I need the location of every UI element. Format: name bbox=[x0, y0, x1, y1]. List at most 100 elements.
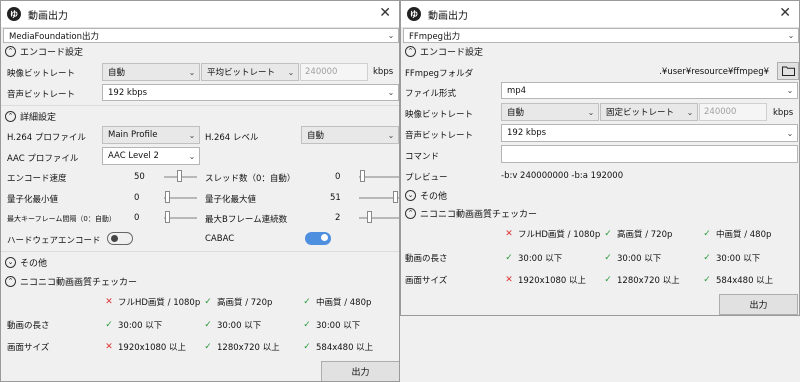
avg-bitrate-input[interactable]: 240000 bbox=[300, 63, 368, 81]
right-title-bar: ゆ 動画出力 ✕ bbox=[401, 1, 799, 28]
command-input[interactable] bbox=[501, 145, 798, 163]
checker-text: 30:00 以下 bbox=[217, 321, 262, 331]
fixed-bitrate-input[interactable]: 240000 bbox=[699, 103, 767, 121]
slider-thumb[interactable] bbox=[367, 211, 372, 223]
kbps-unit: kbps bbox=[773, 108, 794, 118]
audio-bitrate-label: 音声ビットレート bbox=[7, 90, 76, 100]
chevron-down-icon: ⌄ bbox=[786, 86, 794, 95]
h264-profile-select[interactable]: Main Profile ⌄ bbox=[102, 126, 200, 144]
slider-thumb[interactable] bbox=[360, 170, 365, 182]
threads-label: スレッド数（0：自動） bbox=[205, 174, 296, 184]
checker-header[interactable]: ⌃ ニコニコ動画画質チェッカー bbox=[405, 207, 537, 220]
video-bitrate-mode-select[interactable]: 自動 ⌄ bbox=[102, 63, 200, 81]
app-icon: ゆ bbox=[7, 7, 21, 21]
collapse-icon: ⌃ bbox=[5, 46, 16, 57]
checker-text: 30:00 以下 bbox=[617, 254, 662, 264]
avg-bitrate-select[interactable]: 平均ビットレート ⌄ bbox=[201, 63, 299, 81]
profile-value: MediaFoundation出力 bbox=[9, 31, 99, 42]
cross-icon: ✕ bbox=[505, 275, 513, 285]
check-icon: ✓ bbox=[604, 253, 612, 263]
qmax-label: 量子化最大値 bbox=[205, 195, 257, 205]
check-icon: ✓ bbox=[703, 253, 711, 263]
qmax-value: 51 bbox=[330, 193, 341, 203]
duration-label: 動画の長さ bbox=[7, 321, 50, 331]
detail-settings-header[interactable]: ⌃ 詳細設定 bbox=[5, 110, 56, 123]
other-header[interactable]: ⌄ その他 bbox=[405, 189, 447, 202]
checker-header[interactable]: ⌃ ニコニコ動画画質チェッカー bbox=[5, 275, 137, 288]
audio-bitrate-select[interactable]: 192 kbps ⌄ bbox=[102, 84, 399, 101]
video-bitrate-mode-select[interactable]: 自動 ⌄ bbox=[501, 103, 599, 121]
section-title: 詳細設定 bbox=[20, 113, 57, 123]
profile-select[interactable]: FFmpeg出力 ⌄ bbox=[403, 28, 799, 43]
select-value: mp4 bbox=[507, 85, 527, 96]
checker-text: 1280x720 以上 bbox=[217, 343, 280, 353]
check-icon: ✓ bbox=[303, 320, 311, 330]
select-value: 自動 bbox=[108, 68, 126, 78]
section-title: その他 bbox=[20, 259, 48, 269]
encode-settings-header[interactable]: ⌃ エンコード設定 bbox=[405, 45, 483, 58]
cabac-toggle[interactable] bbox=[305, 232, 331, 245]
aac-profile-select[interactable]: AAC Level 2 ⌄ bbox=[102, 147, 200, 165]
hw-encode-toggle[interactable] bbox=[107, 232, 133, 245]
size-medium: ✓ 584x480 以上 bbox=[301, 341, 373, 353]
select-value: 固定ビットレート bbox=[606, 108, 675, 118]
close-icon[interactable]: ✕ bbox=[379, 5, 391, 21]
output-button[interactable]: 出力 bbox=[719, 294, 798, 315]
checker-text: 30:00 以下 bbox=[716, 254, 761, 264]
chevron-down-icon: ⌄ bbox=[188, 130, 196, 140]
size-high: ✓ 1280x720 以上 bbox=[202, 341, 280, 353]
profile-select[interactable]: MediaFoundation出力 ⌄ bbox=[3, 28, 399, 43]
slider-thumb[interactable] bbox=[177, 170, 182, 182]
chevron-down-icon: ⌄ bbox=[786, 128, 794, 138]
chevron-down-icon: ⌄ bbox=[188, 67, 196, 77]
cross-icon: ✕ bbox=[105, 342, 113, 352]
qmin-label: 量子化最小値 bbox=[7, 195, 59, 205]
divider bbox=[1, 251, 399, 252]
encode-settings-header[interactable]: ⌃ エンコード設定 bbox=[5, 45, 83, 58]
chevron-down-icon: ⌄ bbox=[387, 88, 395, 97]
encode-speed-value: 50 bbox=[134, 172, 145, 182]
output-button[interactable]: 出力 bbox=[321, 361, 399, 381]
aac-profile-label: AAC プロファイル bbox=[7, 154, 79, 164]
fixed-bitrate-select[interactable]: 固定ビットレート ⌄ bbox=[600, 103, 698, 121]
slider-thumb[interactable] bbox=[165, 211, 170, 223]
size-medium: ✓ 584x480 以上 bbox=[701, 274, 773, 286]
bframes-label: 最大Bフレーム連続数 bbox=[205, 215, 288, 225]
select-value: 平均ビットレート bbox=[207, 68, 276, 78]
slider-thumb[interactable] bbox=[165, 191, 170, 203]
check-icon: ✓ bbox=[105, 320, 113, 330]
size-label: 画面サイズ bbox=[7, 343, 50, 353]
bframes-slider[interactable] bbox=[359, 217, 399, 219]
quality-fullhd: ✕ フルHD画質 / 1080p bbox=[503, 228, 600, 240]
right-export-window: ゆ 動画出力 ✕ FFmpeg出力 ⌄ ⌃ エンコード設定 FFmpegフォルダ… bbox=[400, 0, 800, 316]
check-icon: ✓ bbox=[703, 275, 711, 285]
threads-slider[interactable] bbox=[359, 176, 399, 178]
threads-value: 0 bbox=[335, 172, 341, 182]
video-bitrate-label: 映像ビットレート bbox=[405, 110, 474, 120]
left-title-bar: ゆ 動画出力 ✕ bbox=[1, 1, 399, 28]
cross-icon: ✕ bbox=[105, 297, 113, 307]
close-icon[interactable]: ✕ bbox=[779, 5, 791, 21]
file-format-select[interactable]: mp4 ⌄ bbox=[501, 82, 798, 99]
keyframe-label: 最大キーフレーム間隔（0：自動） bbox=[7, 215, 116, 223]
h264-profile-label: H.264 プロファイル bbox=[7, 133, 86, 143]
section-title: エンコード設定 bbox=[20, 48, 84, 58]
h264-level-label: H.264 レベル bbox=[205, 133, 259, 143]
slider-thumb[interactable] bbox=[393, 191, 398, 203]
check-icon: ✓ bbox=[604, 229, 612, 239]
check-icon: ✓ bbox=[204, 320, 212, 330]
collapse-icon: ⌃ bbox=[405, 46, 416, 57]
audio-bitrate-label: 音声ビットレート bbox=[405, 131, 474, 141]
checker-text: 中画質 / 480p bbox=[316, 298, 372, 308]
duration-fullhd: ✓ 30:00 以下 bbox=[503, 252, 562, 264]
window-title: 動画出力 bbox=[428, 10, 468, 22]
divider bbox=[1, 105, 399, 106]
window-title: 動画出力 bbox=[28, 10, 68, 22]
h264-level-select[interactable]: 自動 ⌄ bbox=[301, 126, 399, 144]
cabac-label: CABAC bbox=[205, 234, 235, 244]
checker-text: 中画質 / 480p bbox=[716, 230, 772, 240]
other-header[interactable]: ⌄ その他 bbox=[5, 256, 47, 269]
audio-bitrate-select[interactable]: 192 kbps ⌄ bbox=[501, 124, 798, 142]
select-value: 192 kbps bbox=[507, 128, 547, 138]
folder-browse-button[interactable] bbox=[777, 62, 799, 80]
